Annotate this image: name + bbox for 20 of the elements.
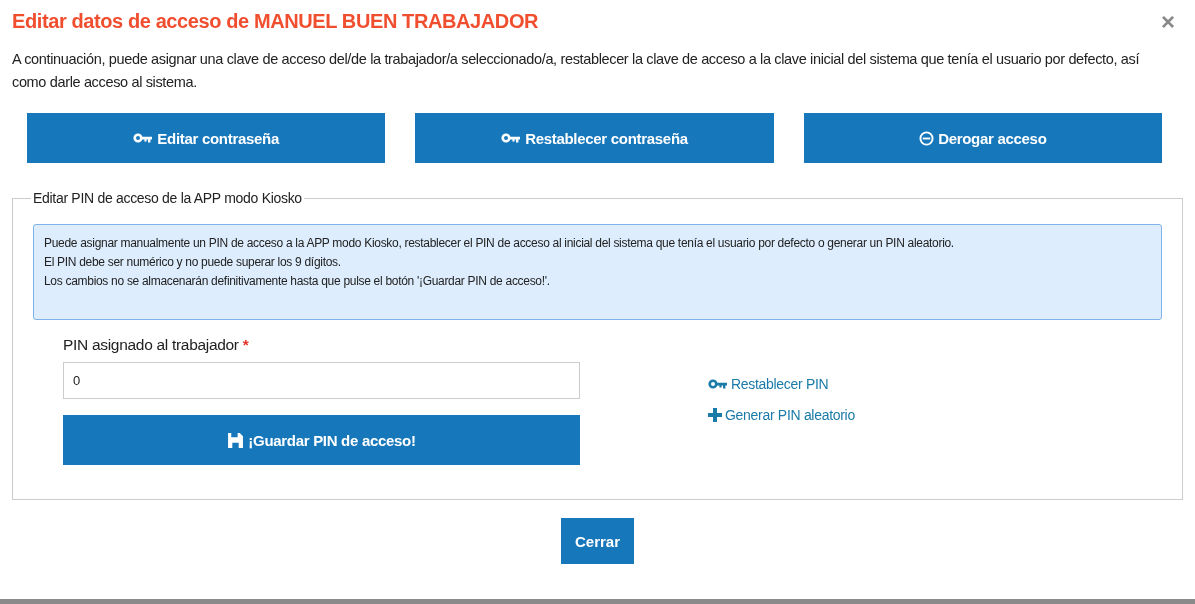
- password-button[interactable]: Restablecer contraseña: [415, 113, 774, 163]
- revoke-access-button[interactable]: Derogar acceso: [803, 113, 1162, 163]
- dialog-title: Editar datos de acceso de MANUEL BUEN TRABAJADOR: [12, 10, 539, 33]
- info-panel: Puede asignar manualmente un PIN de acceso a la APP modo Kiosko, restablecer el PIN de acceso al inicial del sistema que tenía el usuario por defecto o generar un PIN aleatorio. El PIN debe ser numérico y no puede superar los 9 dígitos. Los cambios no se almacenarán definitivamente hasta que pulse el botón '¡Guardar PIN de acceso!'.: [33, 224, 1162, 320]
- section-legend: Editar PIN de acceso de la APP modo Kiosko: [31, 190, 304, 206]
- save-pin-button[interactable]: ¡Guardar PIN de acceso!: [63, 415, 580, 465]
- password-button[interactable]: Editar contraseña: [27, 113, 386, 163]
- key-icon: [501, 132, 522, 144]
- field-label: PIN asignado al trabajador: [63, 336, 239, 353]
- pin-field[interactable]: 0: [63, 362, 580, 399]
- close-dialog-button[interactable]: Cerrar: [561, 518, 634, 564]
- pin-link[interactable]: Generar PIN aleatorio: [708, 407, 855, 423]
- key-icon: [133, 132, 154, 144]
- required-mark: *: [242, 336, 249, 353]
- key-icon: [708, 378, 728, 390]
- close-button[interactable]: ×: [1159, 10, 1177, 34]
- minus-circle-icon: [919, 130, 935, 146]
- plus-icon: [708, 408, 722, 422]
- pin-link[interactable]: Restablecer PIN: [708, 376, 829, 392]
- intro-text: A continuación, puede asignar una clave de acceso del/de la trabajador/a seleccionado/a, restablecer la clave de acceso a la clave inicial del sistema que tenía el usuario por defecto, así como darle acceso al sistema.: [12, 50, 1141, 92]
